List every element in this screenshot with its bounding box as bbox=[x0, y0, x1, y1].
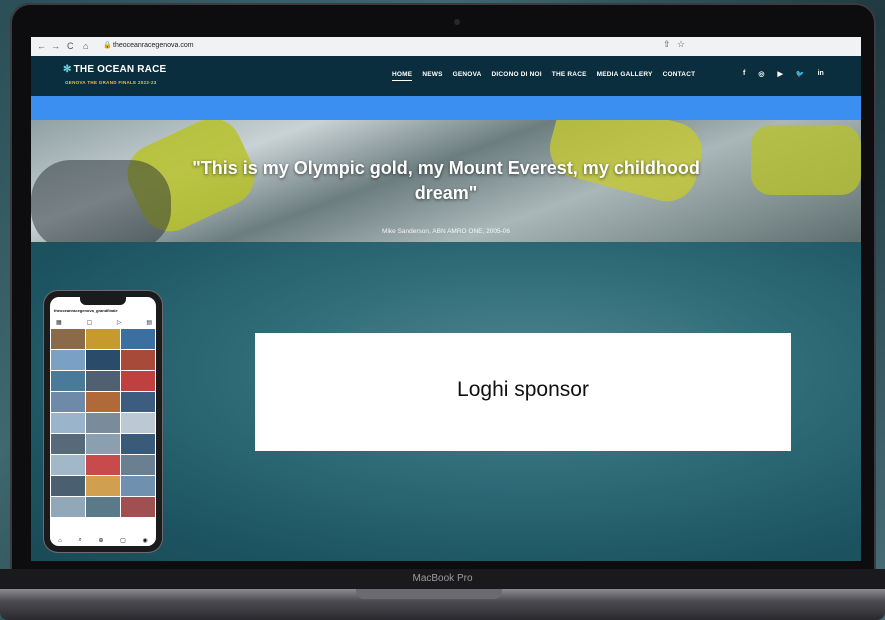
hero-caption: Mike Sanderson, ABN AMRO ONE, 2005-06 bbox=[382, 228, 510, 235]
forward-icon[interactable]: → bbox=[51, 40, 60, 52]
grid-photo bbox=[86, 350, 120, 370]
grid-photo bbox=[121, 392, 155, 412]
grid-tab-icon: ▦ bbox=[56, 320, 62, 326]
nav-genova[interactable]: GENOVA bbox=[453, 71, 482, 81]
logo-subtitle: GENOVA THE GRAND FINALE 2022-23 bbox=[65, 80, 157, 85]
twitter-icon[interactable]: 🐦 bbox=[796, 70, 805, 78]
youtube-icon[interactable]: ▶ bbox=[777, 70, 782, 78]
hero-quote: "This is my Olympic gold, my Mount Evere… bbox=[192, 158, 700, 203]
laptop-hinge-notch bbox=[356, 589, 502, 599]
grid-photo bbox=[121, 434, 155, 454]
tagged-tab-icon: ▤ bbox=[146, 320, 152, 326]
instagram-bottom-bar: ⌂ ⌕ ⊕ ▢ ◉ bbox=[50, 535, 156, 546]
back-icon[interactable]: ← bbox=[37, 40, 46, 52]
grid-photo bbox=[121, 476, 155, 496]
instagram-icon[interactable]: ◎ bbox=[758, 70, 764, 78]
grid-photo bbox=[51, 329, 85, 349]
grid-photo bbox=[51, 497, 85, 517]
grid-photo bbox=[51, 455, 85, 475]
share-icon[interactable]: ⇧ bbox=[663, 39, 671, 50]
grid-photo bbox=[86, 455, 120, 475]
browser-toolbar: ← → C ⌂ 🔒 theoceanracegenova.com ⇧ ☆ bbox=[31, 37, 861, 57]
phone-screen: theoceanracegenova_grandfinale ▦ ▢ ▷ ▤ ⌂… bbox=[50, 297, 156, 546]
nav-the-race[interactable]: THE RACE bbox=[552, 71, 587, 81]
address-bar[interactable]: theoceanracegenova.com bbox=[113, 40, 194, 52]
grid-photo bbox=[121, 497, 155, 517]
site-header: ✻ THE OCEAN RACE GENOVA THE GRAND FINALE … bbox=[31, 56, 861, 96]
sponsor-section: Loghi sponsor theoceanracegenova_grandfi… bbox=[31, 242, 861, 561]
blue-band bbox=[31, 96, 861, 120]
grid-photo bbox=[51, 371, 85, 391]
grid-photo bbox=[121, 350, 155, 370]
grid-photo bbox=[51, 413, 85, 433]
bookmark-star-icon[interactable]: ☆ bbox=[677, 39, 685, 50]
hero-sailor-jacket bbox=[751, 125, 861, 195]
reload-icon[interactable]: C bbox=[67, 40, 74, 52]
shop-icon[interactable]: ▢ bbox=[120, 537, 126, 544]
sponsor-logo-box: Loghi sponsor bbox=[255, 333, 791, 451]
search-icon[interactable]: ⌕ bbox=[79, 537, 82, 544]
screen: ← → C ⌂ 🔒 theoceanracegenova.com ⇧ ☆ ✻ TH… bbox=[31, 37, 861, 561]
grid-photo bbox=[51, 434, 85, 454]
linkedin-icon[interactable]: in bbox=[818, 70, 824, 78]
grid-photo bbox=[86, 434, 120, 454]
facebook-icon[interactable]: f bbox=[743, 70, 745, 78]
phone-mockup: theoceanracegenova_grandfinale ▦ ▢ ▷ ▤ ⌂… bbox=[44, 291, 162, 552]
grid-photo bbox=[51, 392, 85, 412]
add-post-icon[interactable]: ⊕ bbox=[99, 537, 104, 544]
grid-photo bbox=[86, 413, 120, 433]
main-nav: HOME NEWS GENOVA DICONO DI NOI THE RACE … bbox=[392, 71, 695, 81]
logo-star-icon: ✻ bbox=[63, 64, 72, 75]
grid-photo bbox=[86, 392, 120, 412]
home-icon[interactable]: ⌂ bbox=[58, 538, 62, 544]
social-links: f ◎ ▶ 🐦 in bbox=[743, 70, 824, 78]
instagram-handle: theoceanracegenova_grandfinale bbox=[54, 308, 118, 313]
instagram-tabs: ▦ ▢ ▷ ▤ bbox=[56, 319, 152, 326]
lock-icon: 🔒 bbox=[103, 42, 112, 49]
camera bbox=[454, 19, 460, 25]
instagram-grid bbox=[51, 329, 155, 517]
grid-photo bbox=[86, 329, 120, 349]
hero-shadow bbox=[31, 160, 171, 242]
site-logo[interactable]: ✻ THE OCEAN RACE bbox=[63, 64, 166, 75]
hero-banner: "This is my Olympic gold, my Mount Evere… bbox=[31, 120, 861, 242]
grid-photo bbox=[86, 497, 120, 517]
phone-notch bbox=[80, 297, 126, 305]
home-icon[interactable]: ⌂ bbox=[83, 40, 88, 52]
nav-dicono-di-noi[interactable]: DICONO DI NOI bbox=[492, 71, 542, 81]
reels-tab-icon: ▷ bbox=[116, 320, 122, 326]
grid-photo bbox=[121, 455, 155, 475]
device-label: MacBook Pro bbox=[412, 573, 473, 584]
grid-photo bbox=[51, 350, 85, 370]
nav-news[interactable]: NEWS bbox=[422, 71, 442, 81]
nav-contact[interactable]: CONTACT bbox=[663, 71, 696, 81]
grid-photo bbox=[121, 413, 155, 433]
grid-photo bbox=[86, 476, 120, 496]
grid-photo bbox=[121, 371, 155, 391]
sponsor-label: Loghi sponsor bbox=[457, 377, 589, 401]
nav-home[interactable]: HOME bbox=[392, 71, 413, 81]
grid-photo bbox=[86, 371, 120, 391]
profile-avatar-icon[interactable]: ◉ bbox=[142, 537, 147, 544]
nav-media-gallery[interactable]: MEDIA GALLERY bbox=[597, 71, 653, 81]
grid-photo bbox=[121, 329, 155, 349]
grid-photo bbox=[51, 476, 85, 496]
posts-tab-icon: ▢ bbox=[86, 320, 93, 326]
